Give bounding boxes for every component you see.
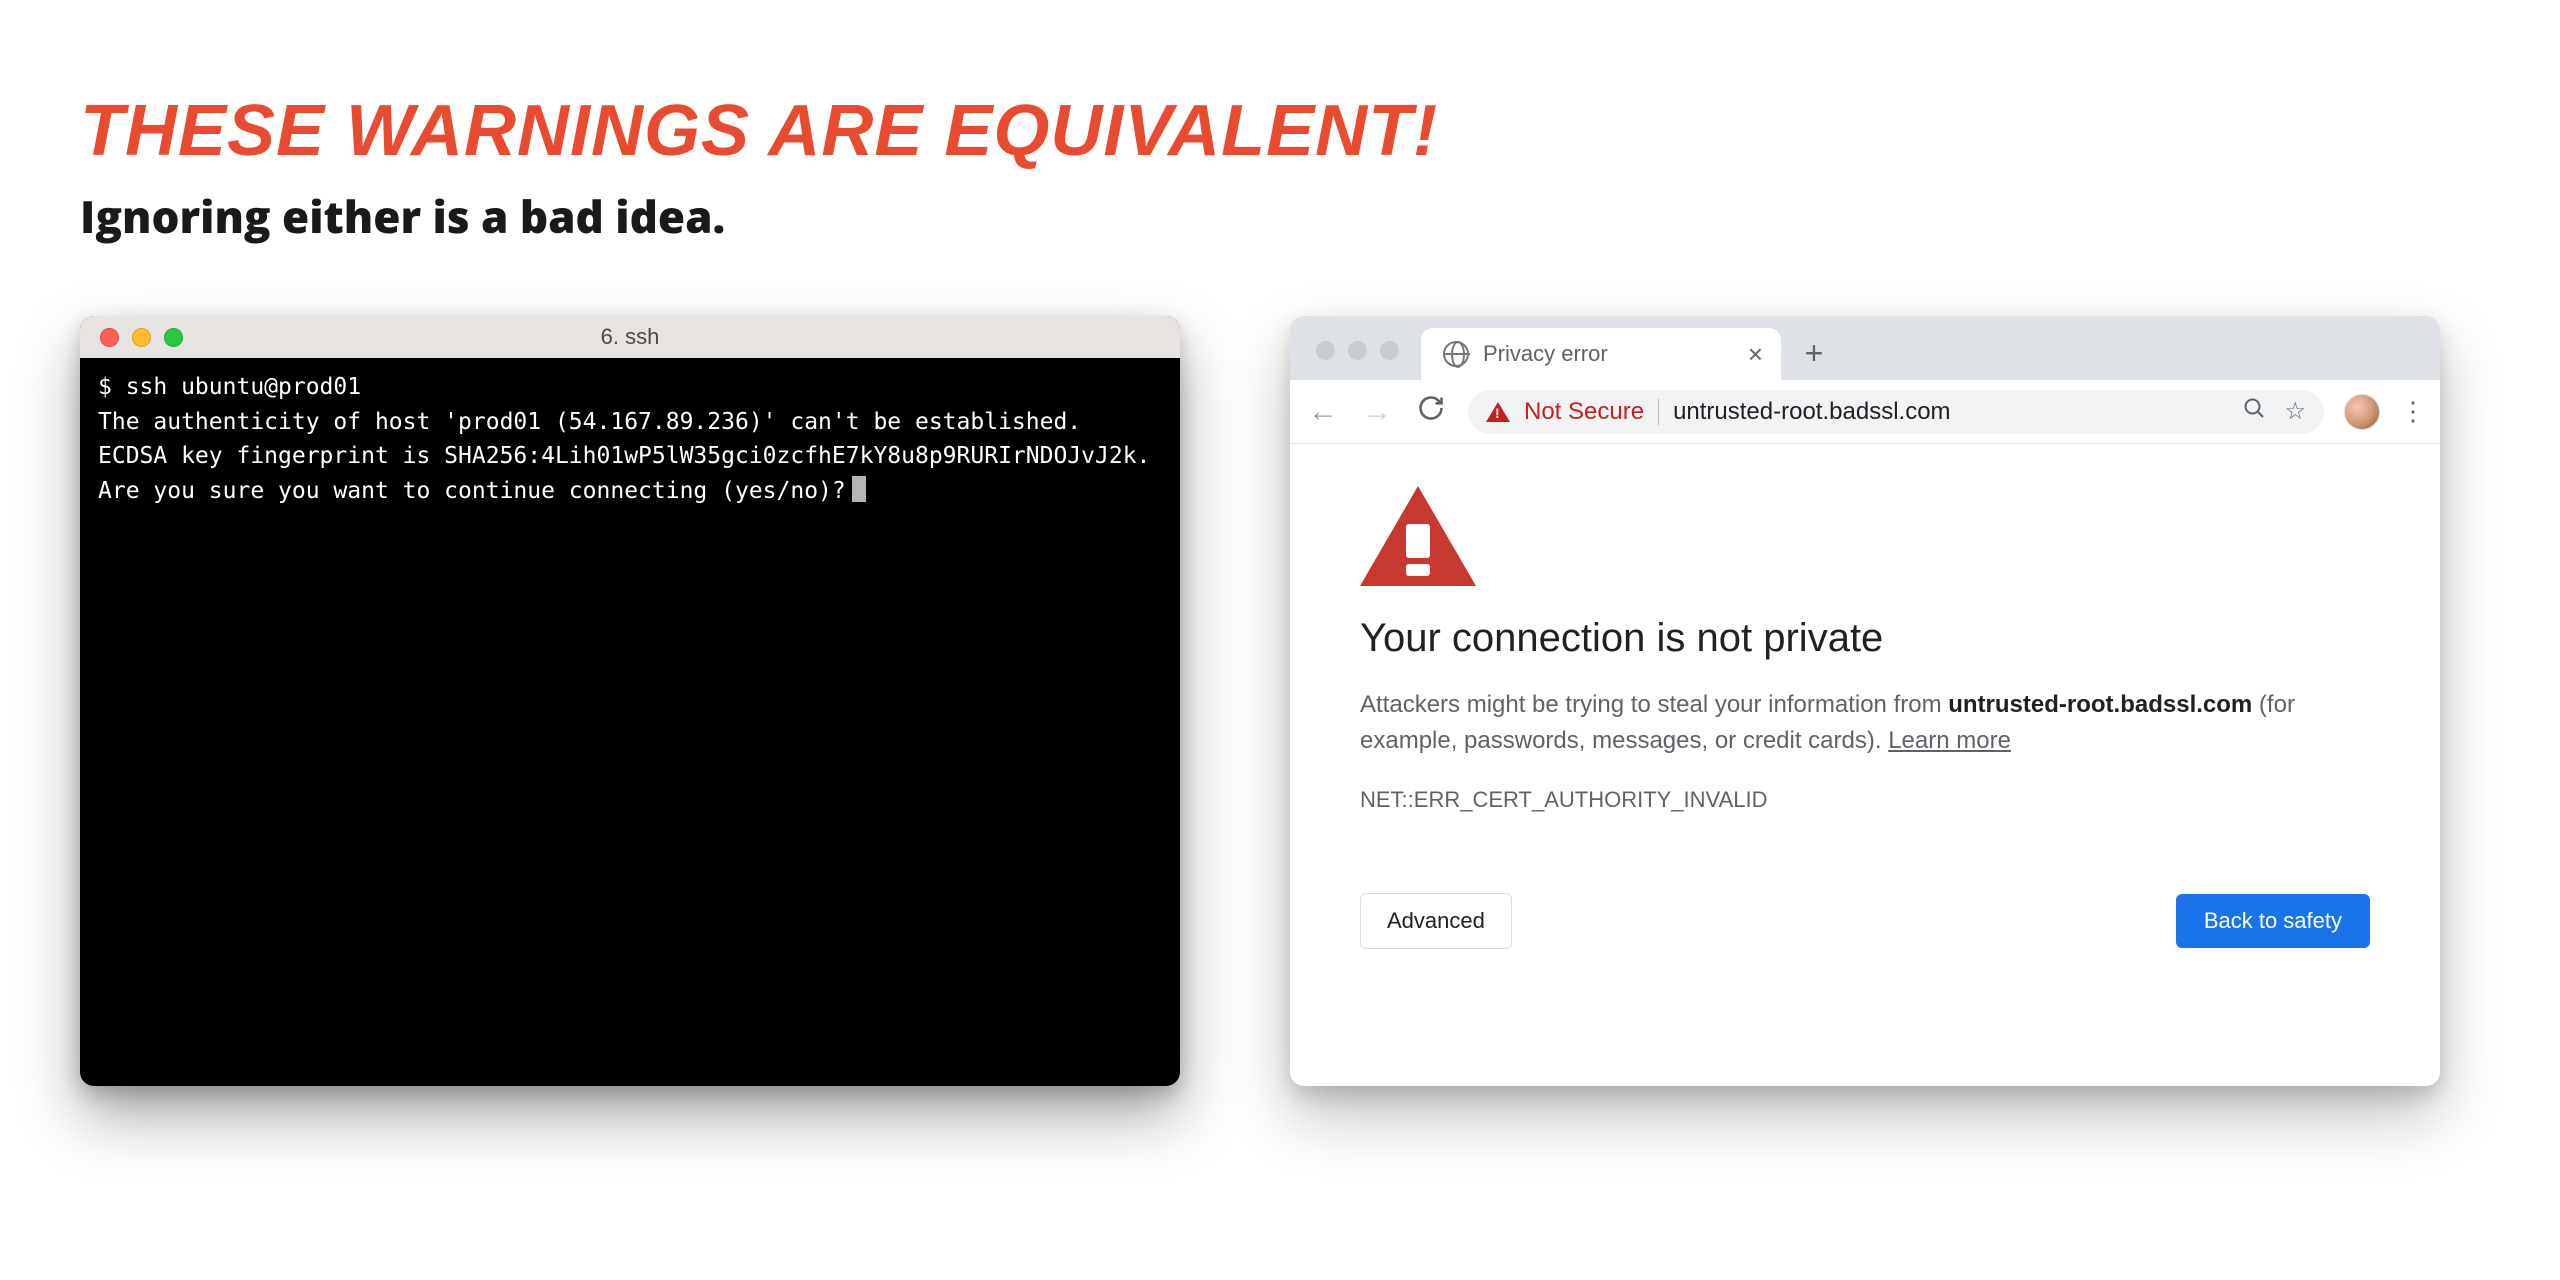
reload-icon <box>1417 394 1445 422</box>
avatar[interactable] <box>2344 394 2380 430</box>
terminal-title: 6. ssh <box>80 324 1180 350</box>
bookmark-icon[interactable]: ☆ <box>2284 397 2306 426</box>
error-code: NET::ERR_CERT_AUTHORITY_INVALID <box>1360 787 2370 813</box>
warning-icon <box>1360 486 1476 586</box>
minimize-icon[interactable] <box>1348 341 1367 360</box>
tab-strip: Privacy error × + <box>1290 316 2440 380</box>
forward-button: → <box>1360 395 1394 429</box>
back-to-safety-button[interactable]: Back to safety <box>2176 894 2370 948</box>
subheadline: Ignoring either is a bad idea. <box>80 186 2480 246</box>
zoom-icon[interactable] <box>1380 341 1399 360</box>
headline: THESE WARNINGS ARE EQUIVALENT! <box>80 90 2480 172</box>
terminal-window: 6. ssh $ ssh ubuntu@prod01 The authentic… <box>80 316 1180 1086</box>
warning-icon <box>1486 402 1510 422</box>
globe-icon <box>1443 341 1469 367</box>
terminal-body[interactable]: $ ssh ubuntu@prod01 The authenticity of … <box>80 358 1180 520</box>
search-icon[interactable] <box>2242 396 2266 427</box>
advanced-button[interactable]: Advanced <box>1360 893 1512 949</box>
cursor-icon <box>852 476 866 502</box>
close-tab-icon[interactable]: × <box>1748 341 1763 367</box>
window-controls <box>1306 341 1399 360</box>
divider <box>1658 399 1659 425</box>
back-button[interactable]: ← <box>1306 395 1340 429</box>
url-text: untrusted-root.badssl.com <box>1673 398 1950 426</box>
reload-button[interactable] <box>1414 394 1448 430</box>
terminal-line: ECDSA key fingerprint is SHA256:4Lih01wP… <box>98 443 1150 469</box>
desc-host: untrusted-root.badssl.com <box>1948 691 2252 718</box>
browser-window: Privacy error × + ← → Not Secure untrust… <box>1290 316 2440 1086</box>
page-description: Attackers might be trying to steal your … <box>1360 687 2370 759</box>
close-icon[interactable] <box>1316 341 1335 360</box>
terminal-titlebar: 6. ssh <box>80 316 1180 358</box>
error-page: Your connection is not private Attackers… <box>1290 444 2440 991</box>
terminal-line: Are you sure you want to continue connec… <box>98 478 846 504</box>
page-title: Your connection is not private <box>1360 616 2370 661</box>
menu-icon[interactable]: ⋮ <box>2400 396 2424 427</box>
learn-more-link[interactable]: Learn more <box>1888 727 2011 754</box>
not-secure-label: Not Secure <box>1524 398 1644 426</box>
terminal-line: The authenticity of host 'prod01 (54.167… <box>98 409 1081 435</box>
browser-tab[interactable]: Privacy error × <box>1421 328 1781 380</box>
desc-text: Attackers might be trying to steal your … <box>1360 691 1948 718</box>
new-tab-button[interactable]: + <box>1791 330 1837 376</box>
terminal-line: $ ssh ubuntu@prod01 <box>98 374 361 400</box>
address-bar: ← → Not Secure untrusted-root.badssl.com… <box>1290 380 2440 444</box>
omnibox[interactable]: Not Secure untrusted-root.badssl.com ☆ <box>1468 390 2324 434</box>
tab-title: Privacy error <box>1483 341 1734 367</box>
